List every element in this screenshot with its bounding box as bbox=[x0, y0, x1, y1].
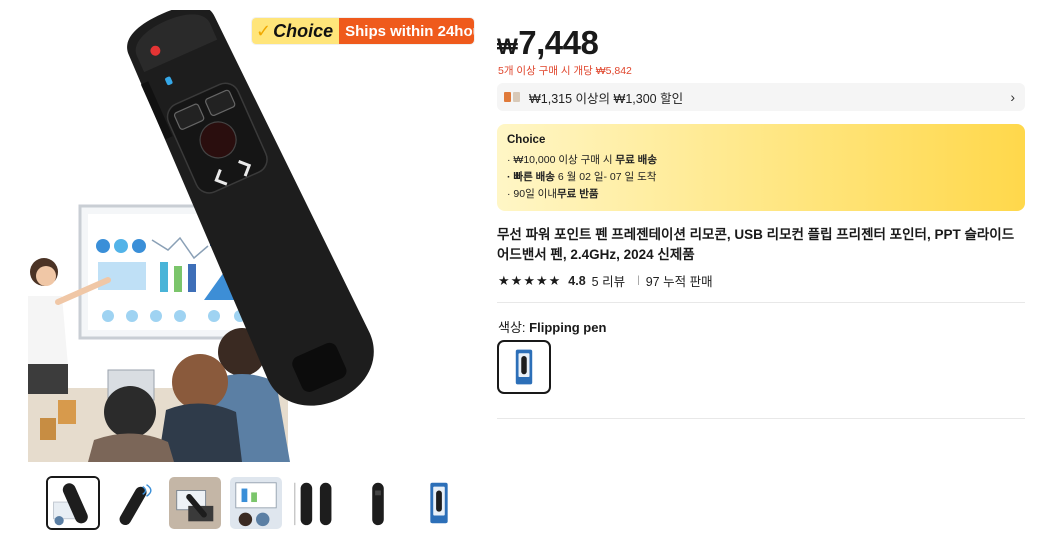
shipping-badge-label: Ships within 24hours bbox=[339, 18, 474, 44]
choice-shipping-badge: ✓ Choice Ships within 24hours bbox=[252, 18, 474, 44]
price-amount: 7,448 bbox=[518, 24, 599, 61]
variant-label: 색상: Flipping pen bbox=[498, 317, 606, 336]
star-icon: ★ bbox=[535, 273, 548, 288]
variant-selected-value: Flipping pen bbox=[529, 320, 607, 335]
free-shipping-prefix: · ₩10,000 이상 구매 시 bbox=[507, 154, 616, 166]
review-count[interactable]: 5 리뷰 bbox=[592, 271, 625, 290]
thumbnail-2[interactable] bbox=[107, 476, 161, 530]
star-icon: ★ bbox=[498, 273, 510, 288]
divider bbox=[497, 418, 1025, 419]
product-title: 무선 파워 포인트 펜 프레젠테이션 리모콘, USB 리모컨 플립 프리젠터 … bbox=[497, 227, 1015, 262]
rating-row[interactable]: ★ ★ ★ ★ ★ 4.8 5 리뷰 | 97 누적 판매 bbox=[498, 271, 713, 290]
free-shipping-bold: 무료 배송 bbox=[615, 154, 657, 166]
choice-benefits-box: Choice · ₩10,000 이상 구매 시 무료 배송 · 빠른 배송 6… bbox=[497, 124, 1025, 211]
bulk-price-text: 5개 이상 구매 시 개당 ₩5,842 bbox=[498, 65, 632, 77]
check-icon: ✓ bbox=[256, 20, 272, 41]
separator: | bbox=[637, 275, 640, 286]
main-product-image[interactable] bbox=[28, 10, 474, 462]
free-return-bold: 무료 반품 bbox=[557, 188, 599, 200]
star-icon: ★ bbox=[548, 273, 561, 288]
coupon-bar[interactable]: ₩1,315 이상의 ₩1,300 할인 › bbox=[497, 83, 1025, 111]
thumbnail-4[interactable] bbox=[229, 476, 283, 530]
choice-text: Choice bbox=[273, 20, 334, 41]
choice-badge-label: ✓ Choice bbox=[252, 18, 340, 44]
thumbnail-strip bbox=[46, 476, 466, 530]
divider bbox=[497, 302, 1025, 303]
fast-delivery-line: · 빠른 배송 6 월 02 일- 07 일 도착 bbox=[507, 169, 1015, 186]
fast-delivery-bold: · 빠른 배송 bbox=[507, 171, 555, 183]
thumbnail-5[interactable] bbox=[290, 476, 344, 530]
thumbnail-1[interactable] bbox=[46, 476, 100, 530]
star-icon: ★ bbox=[523, 273, 535, 288]
product-price: ₩ 7,448 bbox=[497, 24, 599, 62]
free-shipping-line: · ₩10,000 이상 구매 시 무료 배송 bbox=[507, 152, 1015, 169]
free-return-line: · 90일 이내무료 반품 bbox=[507, 186, 1015, 203]
variant-label-prefix: 색상: bbox=[498, 320, 530, 335]
star-rating: ★ ★ ★ ★ ★ bbox=[498, 274, 560, 287]
free-return-prefix: · 90일 이내 bbox=[507, 188, 557, 200]
sold-count: 97 누적 판매 bbox=[645, 275, 713, 289]
choice-box-title: Choice bbox=[507, 134, 546, 146]
thumbnail-6[interactable] bbox=[351, 476, 405, 530]
thumbnail-3[interactable] bbox=[168, 476, 222, 530]
fast-delivery-dates: 6 월 02 일- 07 일 도착 bbox=[554, 171, 657, 183]
variant-swatch-flipping-pen[interactable] bbox=[497, 340, 551, 394]
coupon-icon bbox=[504, 92, 520, 102]
star-icon: ★ bbox=[510, 273, 523, 288]
coupon-text: ₩1,315 이상의 ₩1,300 할인 bbox=[529, 91, 684, 106]
chevron-right-icon: › bbox=[1010, 89, 1015, 105]
rating-value: 4.8 bbox=[568, 273, 586, 288]
thumbnail-7[interactable] bbox=[412, 476, 466, 530]
price-currency: ₩ bbox=[497, 34, 518, 59]
